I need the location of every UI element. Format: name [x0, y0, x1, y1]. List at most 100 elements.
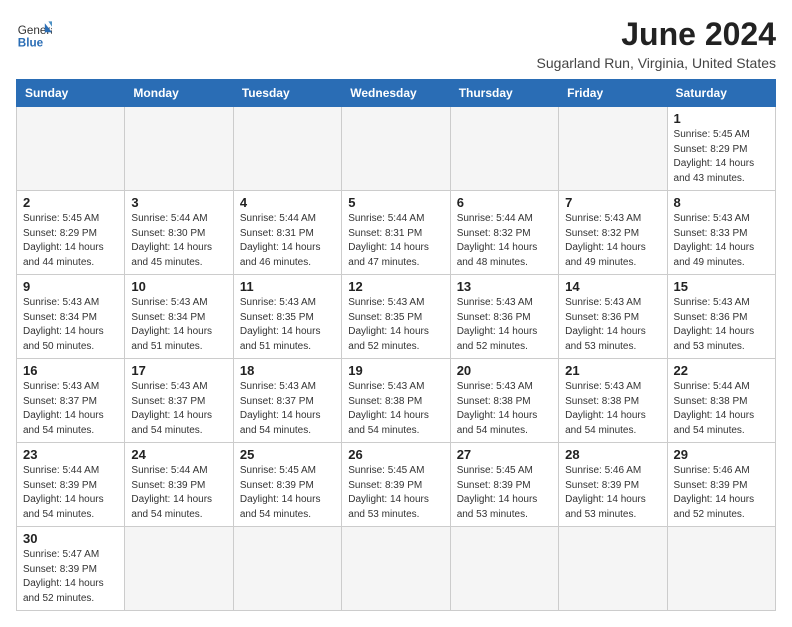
- calendar-cell: [125, 527, 233, 611]
- calendar-title: June 2024: [537, 16, 776, 53]
- calendar-cell: 3 Sunrise: 5:44 AM Sunset: 8:30 PM Daylig…: [125, 191, 233, 275]
- day-number: 28: [565, 447, 660, 462]
- day-info: Sunrise: 5:43 AM Sunset: 8:38 PM Dayligh…: [348, 380, 443, 438]
- calendar-cell: 13 Sunrise: 5:43 AM Sunset: 8:36 PM Dayli…: [450, 275, 558, 359]
- calendar-cell: 14Sunrise: 5:43 AM Sunset: 8:36 PM Dayli…: [559, 275, 667, 359]
- calendar-cell: [450, 107, 558, 191]
- calendar-cell: 26Sunrise: 5:45 AM Sunset: 8:39 PM Dayli…: [342, 443, 450, 527]
- calendar-cell: 20 Sunrise: 5:43 AM Sunset: 8:38 PM Dayli…: [450, 359, 558, 443]
- calendar-cell: [667, 527, 775, 611]
- calendar-cell: 10 Sunrise: 5:43 AM Sunset: 8:34 PM Dayli…: [125, 275, 233, 359]
- page-header: General Blue June 2024 Sugarland Run, Vi…: [16, 16, 776, 71]
- calendar-cell: 30 Sunrise: 5:47 AM Sunset: 8:39 PM Dayli…: [17, 527, 125, 611]
- day-number: 29: [674, 447, 769, 462]
- day-info: Sunrise: 5:47 AM Sunset: 8:39 PM Dayligh…: [23, 548, 118, 606]
- calendar-cell: [450, 527, 558, 611]
- day-number: 26: [348, 447, 443, 462]
- day-info: Sunrise: 5:43 AM Sunset: 8:32 PM Dayligh…: [565, 212, 660, 270]
- day-info: Sunrise: 5:44 AM Sunset: 8:38 PM Dayligh…: [674, 380, 769, 438]
- day-info: Sunrise: 5:44 AM Sunset: 8:30 PM Dayligh…: [131, 212, 226, 270]
- day-number: 9: [23, 279, 118, 294]
- day-info: Sunrise: 5:45 AM Sunset: 8:39 PM Dayligh…: [457, 464, 552, 522]
- day-info: Sunrise: 5:43 AM Sunset: 8:34 PM Dayligh…: [23, 296, 118, 354]
- day-number: 17: [131, 363, 226, 378]
- day-info: Sunrise: 5:43 AM Sunset: 8:36 PM Dayligh…: [565, 296, 660, 354]
- day-info: Sunrise: 5:45 AM Sunset: 8:39 PM Dayligh…: [240, 464, 335, 522]
- day-number: 6: [457, 195, 552, 210]
- header-monday: Monday: [125, 80, 233, 107]
- day-info: Sunrise: 5:43 AM Sunset: 8:38 PM Dayligh…: [457, 380, 552, 438]
- title-block: June 2024 Sugarland Run, Virginia, Unite…: [537, 16, 776, 71]
- day-info: Sunrise: 5:43 AM Sunset: 8:35 PM Dayligh…: [348, 296, 443, 354]
- day-number: 22: [674, 363, 769, 378]
- calendar-cell: 28 Sunrise: 5:46 AM Sunset: 8:39 PM Dayli…: [559, 443, 667, 527]
- day-info: Sunrise: 5:45 AM Sunset: 8:29 PM Dayligh…: [23, 212, 118, 270]
- calendar-cell: [233, 107, 341, 191]
- day-number: 24: [131, 447, 226, 462]
- day-number: 13: [457, 279, 552, 294]
- day-info: Sunrise: 5:44 AM Sunset: 8:31 PM Dayligh…: [240, 212, 335, 270]
- header-thursday: Thursday: [450, 80, 558, 107]
- calendar-cell: [559, 527, 667, 611]
- calendar-cell: 17 Sunrise: 5:43 AM Sunset: 8:37 PM Dayli…: [125, 359, 233, 443]
- calendar-cell: 8Sunrise: 5:43 AM Sunset: 8:33 PM Daylig…: [667, 191, 775, 275]
- day-number: 19: [348, 363, 443, 378]
- day-info: Sunrise: 5:43 AM Sunset: 8:34 PM Dayligh…: [131, 296, 226, 354]
- calendar-cell: 29 Sunrise: 5:46 AM Sunset: 8:39 PM Dayli…: [667, 443, 775, 527]
- week-row-2: 2 Sunrise: 5:45 AM Sunset: 8:29 PM Daylig…: [17, 191, 776, 275]
- day-number: 20: [457, 363, 552, 378]
- day-number: 15: [674, 279, 769, 294]
- calendar-cell: [125, 107, 233, 191]
- day-info: Sunrise: 5:43 AM Sunset: 8:35 PM Dayligh…: [240, 296, 335, 354]
- day-info: Sunrise: 5:44 AM Sunset: 8:39 PM Dayligh…: [131, 464, 226, 522]
- day-info: Sunrise: 5:43 AM Sunset: 8:33 PM Dayligh…: [674, 212, 769, 270]
- calendar-cell: 23Sunrise: 5:44 AM Sunset: 8:39 PM Dayli…: [17, 443, 125, 527]
- day-number: 21: [565, 363, 660, 378]
- day-info: Sunrise: 5:43 AM Sunset: 8:36 PM Dayligh…: [457, 296, 552, 354]
- calendar-cell: 21Sunrise: 5:43 AM Sunset: 8:38 PM Dayli…: [559, 359, 667, 443]
- calendar-cell: 12 Sunrise: 5:43 AM Sunset: 8:35 PM Dayli…: [342, 275, 450, 359]
- week-row-5: 23 Sunrise: 5:44 AM Sunset: 8:39 PM Dayli…: [17, 443, 776, 527]
- day-number: 30: [23, 531, 118, 546]
- header-sunday: Sunday: [17, 80, 125, 107]
- calendar-cell: 2 Sunrise: 5:45 AM Sunset: 8:29 PM Daylig…: [17, 191, 125, 275]
- calendar-cell: 16 Sunrise: 5:43 AM Sunset: 8:37 PM Dayli…: [17, 359, 125, 443]
- header-saturday: Saturday: [667, 80, 775, 107]
- day-number: 7: [565, 195, 660, 210]
- day-number: 23: [23, 447, 118, 462]
- calendar-cell: [559, 107, 667, 191]
- week-row-3: 9 Sunrise: 5:43 AM Sunset: 8:34 PM Daylig…: [17, 275, 776, 359]
- calendar-cell: [17, 107, 125, 191]
- day-info: Sunrise: 5:43 AM Sunset: 8:37 PM Dayligh…: [23, 380, 118, 438]
- day-info: Sunrise: 5:46 AM Sunset: 8:39 PM Dayligh…: [565, 464, 660, 522]
- day-number: 4: [240, 195, 335, 210]
- day-number: 10: [131, 279, 226, 294]
- day-info: Sunrise: 5:45 AM Sunset: 8:29 PM Dayligh…: [674, 128, 769, 186]
- svg-text:Blue: Blue: [18, 37, 44, 50]
- logo: General Blue: [16, 16, 52, 52]
- week-row-4: 16 Sunrise: 5:43 AM Sunset: 8:37 PM Dayli…: [17, 359, 776, 443]
- day-number: 12: [348, 279, 443, 294]
- calendar-cell: [342, 527, 450, 611]
- day-number: 5: [348, 195, 443, 210]
- day-info: Sunrise: 5:43 AM Sunset: 8:36 PM Dayligh…: [674, 296, 769, 354]
- day-number: 3: [131, 195, 226, 210]
- header-friday: Friday: [559, 80, 667, 107]
- calendar-cell: 9 Sunrise: 5:43 AM Sunset: 8:34 PM Daylig…: [17, 275, 125, 359]
- calendar-cell: 22 Sunrise: 5:44 AM Sunset: 8:38 PM Dayli…: [667, 359, 775, 443]
- calendar-cell: 27Sunrise: 5:45 AM Sunset: 8:39 PM Dayli…: [450, 443, 558, 527]
- calendar-cell: 24 Sunrise: 5:44 AM Sunset: 8:39 PM Dayli…: [125, 443, 233, 527]
- logo-icon: General Blue: [16, 16, 52, 52]
- day-number: 2: [23, 195, 118, 210]
- day-number: 16: [23, 363, 118, 378]
- day-info: Sunrise: 5:46 AM Sunset: 8:39 PM Dayligh…: [674, 464, 769, 522]
- day-info: Sunrise: 5:43 AM Sunset: 8:37 PM Dayligh…: [240, 380, 335, 438]
- calendar-cell: 19 Sunrise: 5:43 AM Sunset: 8:38 PM Dayli…: [342, 359, 450, 443]
- calendar-cell: 6 Sunrise: 5:44 AM Sunset: 8:32 PM Daylig…: [450, 191, 558, 275]
- day-info: Sunrise: 5:44 AM Sunset: 8:32 PM Dayligh…: [457, 212, 552, 270]
- calendar-cell: 1Sunrise: 5:45 AM Sunset: 8:29 PM Daylig…: [667, 107, 775, 191]
- day-info: Sunrise: 5:43 AM Sunset: 8:37 PM Dayligh…: [131, 380, 226, 438]
- calendar-subtitle: Sugarland Run, Virginia, United States: [537, 55, 776, 71]
- day-info: Sunrise: 5:44 AM Sunset: 8:31 PM Dayligh…: [348, 212, 443, 270]
- calendar-cell: 18Sunrise: 5:43 AM Sunset: 8:37 PM Dayli…: [233, 359, 341, 443]
